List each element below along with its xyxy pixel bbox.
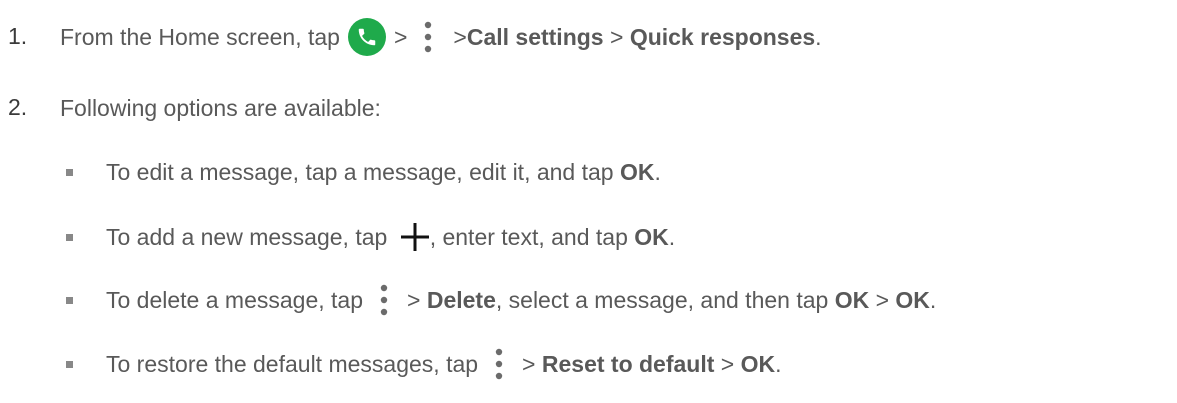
menu-item-delete: Delete — [426, 286, 496, 313]
step-text: Following options are available: — [60, 94, 381, 121]
menu-item-reset-to-default: Reset to default — [541, 350, 715, 377]
bullet-item: To add a new message, tap , enter text, … — [106, 217, 675, 257]
bullet-text: . — [668, 223, 676, 250]
bullet-text: , select a message, and then tap — [495, 286, 835, 313]
bullet-text: . — [929, 286, 937, 313]
bullet-text: > — [522, 350, 542, 377]
bullet-text: To delete a message, tap — [106, 286, 363, 313]
menu-item-quick-responses: Quick responses — [629, 23, 816, 50]
bullet-marker — [66, 234, 73, 241]
step-number: 1. — [8, 23, 28, 49]
bullet-text: To edit a message, tap a message, edit i… — [106, 158, 620, 185]
bullet-text: > — [869, 286, 896, 313]
step-text: From the Home screen, tap — [60, 23, 340, 50]
bullet-text: . — [775, 350, 782, 377]
ok-label: OK — [740, 350, 776, 377]
bullet-item: To restore the default messages, tap > R… — [106, 344, 782, 384]
more-vertical-icon — [488, 345, 510, 383]
ok-label: OK — [895, 286, 930, 313]
ok-label: OK — [619, 158, 655, 185]
more-vertical-icon — [417, 18, 439, 56]
ok-label: OK — [834, 286, 870, 313]
step-text: > — [453, 23, 467, 50]
step-text: . — [815, 23, 822, 50]
bullet-item: To edit a message, tap a message, edit i… — [106, 152, 661, 192]
bullet-item: To delete a message, tap > Delete , sele… — [106, 280, 936, 320]
bullet-text: > — [407, 286, 427, 313]
bullet-marker — [66, 169, 73, 176]
bullet-text: . — [654, 158, 661, 185]
plus-icon — [400, 222, 430, 252]
ok-label: OK — [634, 223, 669, 250]
phone-icon — [347, 18, 386, 56]
step-text: > — [603, 23, 630, 50]
bullet-text: To restore the default messages, tap — [106, 350, 479, 377]
step-number: 2. — [8, 94, 28, 120]
step-text: > — [393, 23, 408, 50]
step-1-line: From the Home screen, tap > > Call setti… — [60, 17, 822, 57]
bullet-text: To add a new message, tap — [106, 223, 394, 250]
menu-item-call-settings: Call settings — [466, 23, 604, 50]
step-2-line: Following options are available: — [60, 88, 381, 128]
more-vertical-icon — [373, 281, 395, 319]
bullet-text: , enter text, and tap — [429, 223, 635, 250]
bullet-text: > — [714, 350, 741, 377]
bullet-marker — [66, 361, 73, 368]
bullet-marker — [66, 297, 73, 304]
instruction-document: 1. From the Home screen, tap > > Call se… — [0, 0, 1177, 403]
